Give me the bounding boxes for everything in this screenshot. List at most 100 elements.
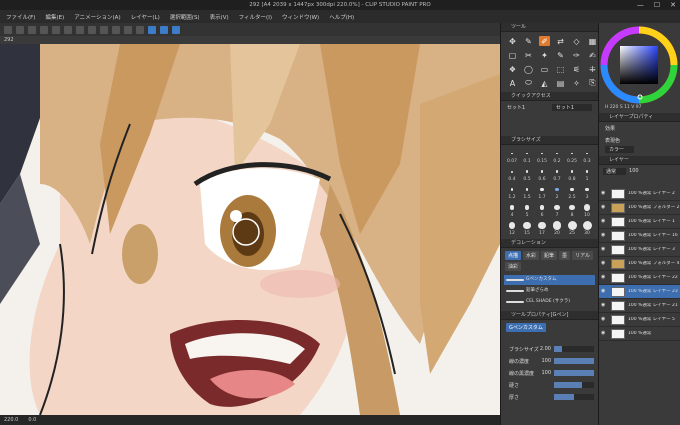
brush-size-cell[interactable]: 0.07 bbox=[505, 148, 519, 164]
tool-6-icon[interactable]: ▢ bbox=[507, 50, 518, 60]
layer-row[interactable]: ◉ 100 %通常 レイヤー 3 bbox=[599, 243, 680, 257]
close-button[interactable]: ✕ bbox=[670, 0, 676, 10]
brush-size-cell[interactable]: 1.2 bbox=[505, 184, 519, 200]
tool-19-icon[interactable]: ⬭ bbox=[523, 78, 534, 88]
sub-tool-set-dropdown[interactable]: セット1 bbox=[551, 104, 592, 111]
brush-size-cell[interactable]: 0.5 bbox=[520, 166, 534, 182]
brush-size-cell[interactable]: 0.2 bbox=[550, 148, 564, 164]
brush-size-cell[interactable]: 1 bbox=[580, 166, 594, 182]
layer-row[interactable]: ◉ 100 %通常 レイヤー 23 bbox=[599, 285, 680, 299]
brush-size-cell[interactable]: 17 bbox=[535, 220, 549, 236]
decoration-tag[interactable]: 鉛筆 bbox=[541, 251, 558, 260]
layer-row[interactable]: ◉ 100 %通常 レイヤー 2 bbox=[599, 187, 680, 201]
tool-16-icon[interactable]: ⚟ bbox=[571, 64, 582, 74]
tool-property-slider[interactable] bbox=[554, 346, 594, 352]
brush-size-cell[interactable]: 2 bbox=[550, 184, 564, 200]
layer-row[interactable]: ◉ 100 %通常 フォルダー 4 bbox=[599, 257, 680, 271]
tool-1-icon[interactable]: ✎ bbox=[523, 36, 534, 46]
eye-icon[interactable]: ◉ bbox=[601, 233, 606, 238]
maximize-button[interactable]: ☐ bbox=[654, 0, 660, 10]
brush-size-cell[interactable]: 0.15 bbox=[535, 148, 549, 164]
tool-14-icon[interactable]: ▭ bbox=[539, 64, 550, 74]
menu-help[interactable]: ヘルプ(H) bbox=[329, 13, 354, 21]
menu-window[interactable]: ウィンドウ(W) bbox=[282, 13, 319, 21]
brush-size-cell[interactable]: 0.3 bbox=[580, 148, 594, 164]
menu-file[interactable]: ファイル(F) bbox=[6, 13, 35, 21]
decoration-tag[interactable]: リアル bbox=[572, 251, 594, 260]
tool-13-icon[interactable]: ◯ bbox=[523, 64, 534, 74]
menu-edit[interactable]: 編集(E) bbox=[45, 13, 64, 21]
tool-18-icon[interactable]: A bbox=[507, 78, 518, 88]
tool-5-icon[interactable]: ▦ bbox=[587, 36, 598, 46]
eye-icon[interactable]: ◉ bbox=[601, 303, 606, 308]
new-file-icon[interactable] bbox=[4, 25, 12, 34]
grid-icon[interactable] bbox=[136, 25, 144, 34]
brush-size-cell[interactable]: 15 bbox=[520, 220, 534, 236]
brush-size-cell[interactable]: 0.6 bbox=[535, 166, 549, 182]
canvas-tab[interactable]: 292 bbox=[0, 36, 500, 44]
eye-icon[interactable]: ◉ bbox=[601, 289, 606, 294]
tool-8-icon[interactable]: ✦ bbox=[539, 50, 550, 60]
eye-icon[interactable]: ◉ bbox=[601, 261, 606, 266]
open-file-icon[interactable] bbox=[16, 25, 24, 34]
special-ruler-snap-icon[interactable] bbox=[160, 25, 168, 34]
brush-size-cell[interactable]: 1.5 bbox=[520, 184, 534, 200]
brush-size-cell[interactable]: 3 bbox=[580, 184, 594, 200]
save-icon[interactable] bbox=[28, 25, 36, 34]
tool-23-icon[interactable]: ⎘ bbox=[587, 78, 598, 88]
tool-property-value[interactable]: 100 bbox=[541, 358, 551, 364]
canvas[interactable] bbox=[0, 44, 500, 415]
layer-row[interactable]: ◉ 100 %通常 bbox=[599, 327, 680, 341]
color-wheel[interactable] bbox=[599, 23, 679, 105]
brush-size-cell[interactable]: 7 bbox=[550, 202, 564, 218]
layer-row[interactable]: ◉ 100 %通常 レイヤー 5 bbox=[599, 313, 680, 327]
brush-size-cell[interactable]: 5 bbox=[520, 202, 534, 218]
tool-12-icon[interactable]: ❖ bbox=[507, 64, 518, 74]
menu-view[interactable]: 表示(V) bbox=[210, 13, 229, 21]
tool-3-icon[interactable]: ⇄ bbox=[555, 36, 566, 46]
layer-row[interactable]: ◉ 100 %通常 レイヤー 1 bbox=[599, 215, 680, 229]
brush-size-cell[interactable]: 12 bbox=[505, 220, 519, 236]
fill-icon[interactable] bbox=[76, 25, 84, 34]
tool-17-icon[interactable]: ⁜ bbox=[587, 64, 598, 74]
invert-selection-icon[interactable] bbox=[112, 25, 120, 34]
stroke-item[interactable]: Gペンカスタム bbox=[504, 275, 595, 285]
layer-row[interactable]: ◉ 100 %通常 フォルダー 2 bbox=[599, 201, 680, 215]
rotation-value[interactable]: 0.0 bbox=[28, 415, 36, 425]
menu-layer[interactable]: レイヤー(L) bbox=[131, 13, 160, 21]
blend-mode-dropdown[interactable]: 通常 bbox=[603, 167, 627, 175]
tool-20-icon[interactable]: ◭ bbox=[539, 78, 550, 88]
tool-10-icon[interactable]: ✑ bbox=[571, 50, 582, 60]
decoration-tag[interactable]: 油彩 bbox=[505, 262, 522, 271]
brush-size-cell[interactable]: 25 bbox=[565, 220, 579, 236]
layer-row[interactable]: ◉ 100 %通常 レイヤー 21 bbox=[599, 299, 680, 313]
stroke-item[interactable]: CEL SHADE (サクラ) bbox=[504, 297, 595, 307]
tool-property-slider[interactable] bbox=[554, 370, 594, 376]
tool-property-slider[interactable] bbox=[554, 394, 594, 400]
decoration-tag[interactable]: 点描 bbox=[505, 251, 522, 260]
tool-15-icon[interactable]: ⬚ bbox=[555, 64, 566, 74]
decoration-tag[interactable]: 水彩 bbox=[523, 251, 540, 260]
tool-21-icon[interactable]: ▤ bbox=[555, 78, 566, 88]
transform-icon[interactable] bbox=[88, 25, 96, 34]
eye-icon[interactable]: ◉ bbox=[601, 317, 606, 322]
zoom-value[interactable]: 220.0 bbox=[4, 415, 18, 425]
brush-size-cell[interactable]: 30 bbox=[580, 220, 594, 236]
layer-row[interactable]: ◉ 100 %通常 レイヤー 22 bbox=[599, 271, 680, 285]
brush-size-cell[interactable]: 2.5 bbox=[565, 184, 579, 200]
minimize-button[interactable]: — bbox=[637, 0, 644, 10]
clear-icon[interactable] bbox=[64, 25, 72, 34]
eye-icon[interactable]: ◉ bbox=[601, 275, 606, 280]
opacity-value[interactable]: 100 bbox=[629, 168, 639, 174]
brush-size-cell[interactable]: 6 bbox=[535, 202, 549, 218]
redo-icon[interactable] bbox=[52, 25, 60, 34]
brush-size-cell[interactable]: 0.25 bbox=[565, 148, 579, 164]
menu-animation[interactable]: アニメーション(A) bbox=[74, 13, 120, 21]
menu-filter[interactable]: フィルター(I) bbox=[239, 13, 272, 21]
brush-size-cell[interactable]: 0.4 bbox=[505, 166, 519, 182]
tool-0-icon[interactable]: ✥ bbox=[507, 36, 518, 46]
tool-property-preset[interactable]: Gペンカスタム bbox=[506, 323, 546, 332]
brush-size-cell[interactable]: 1.7 bbox=[535, 184, 549, 200]
tool-property-slider[interactable] bbox=[554, 358, 594, 364]
tool-4-icon[interactable]: ◇ bbox=[571, 36, 582, 46]
